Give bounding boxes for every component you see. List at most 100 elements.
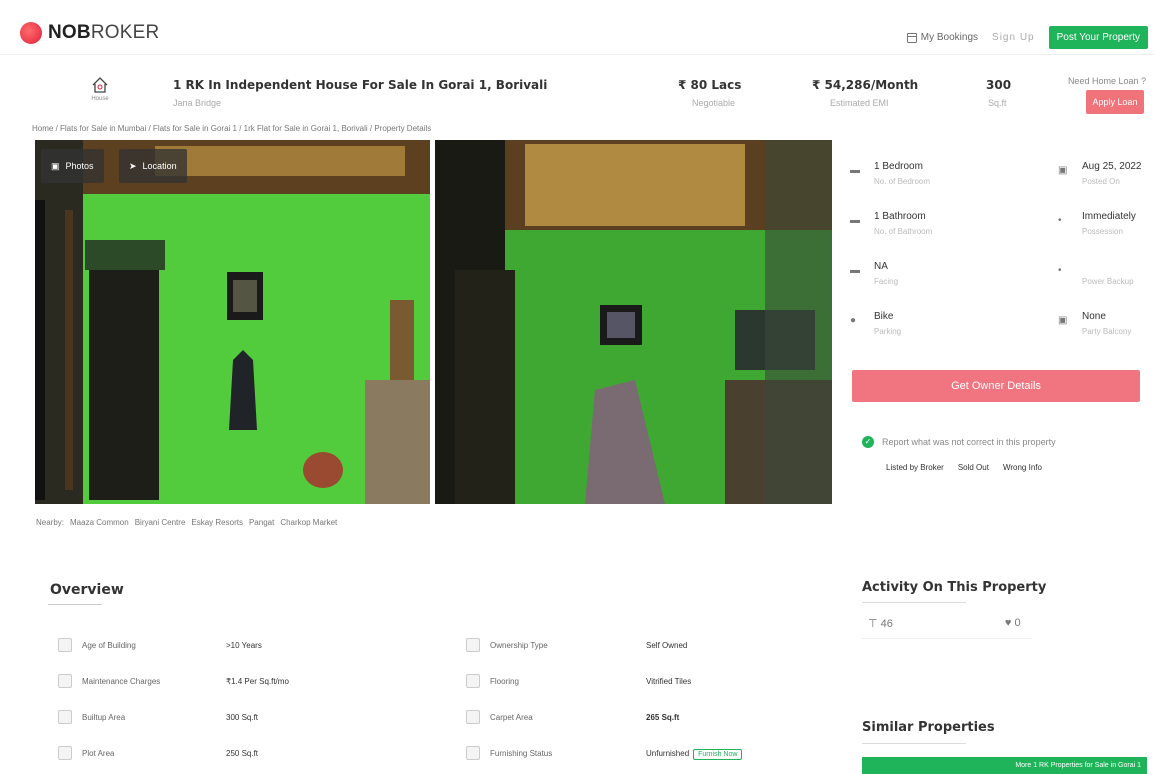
detail-value: 1 Bathroom — [874, 211, 926, 222]
location-button[interactable]: ➤ Location — [119, 149, 187, 183]
overview-value: Unfurnished Furnish Now — [646, 749, 743, 760]
overview-row: Carpet Area 265 Sq.ft — [466, 708, 826, 738]
get-owner-details-button[interactable]: Get Owner Details — [852, 370, 1140, 402]
nearby-places: Nearby: Maaza Common Biryani Centre Eska… — [36, 518, 337, 527]
property-photo-1[interactable]: ▣ Photos ➤ Location — [35, 140, 430, 504]
overview-row: Maintenance Charges ₹1.4 Per Sq.ft/mo — [58, 672, 438, 702]
my-bookings-label: My Bookings — [920, 32, 979, 43]
detail-value: Aug 25, 2022 — [1082, 161, 1142, 172]
detail-sub: Parking — [874, 327, 902, 336]
calendar-icon — [906, 32, 917, 43]
detail-sub: Power Backup — [1082, 277, 1134, 286]
post-property-button[interactable]: Post Your Property — [1048, 26, 1148, 49]
report-section: ✓ Report what was not correct in this pr… — [862, 436, 1056, 448]
room-image-2 — [435, 140, 832, 504]
report-option-listed-by-broker[interactable]: Listed by Broker — [886, 463, 944, 472]
detail-bathroom: ▬ 1 Bathroom No. of Bathroom — [850, 205, 990, 255]
overview-row: Builtup Area 300 Sq.ft — [58, 708, 438, 738]
overview-underline — [48, 604, 102, 605]
overview-value: >10 Years — [226, 641, 262, 650]
overview-key: Plot Area — [82, 749, 115, 758]
calendar-icon: ▣ — [1058, 165, 1068, 176]
report-option-wrong-info[interactable]: Wrong Info — [1003, 463, 1042, 472]
power-icon: • — [1058, 265, 1062, 276]
report-option-sold-out[interactable]: Sold Out — [958, 463, 989, 472]
house-icon — [92, 77, 108, 93]
overview-row: Flooring Vitrified Tiles — [466, 672, 826, 702]
detail-balcony: ▣ None Party Balcony — [1058, 305, 1154, 355]
views-stat: ⊤ 46 — [868, 617, 893, 630]
property-photo-2[interactable] — [435, 140, 832, 504]
overview-key: Furnishing Status — [490, 749, 553, 758]
bed-icon: ▬ — [850, 165, 860, 176]
parking-icon: ● — [850, 315, 857, 326]
overview-row: Age of Building >10 Years — [58, 636, 438, 666]
overview-key: Age of Building — [82, 641, 136, 650]
overview-key: Maintenance Charges — [82, 677, 161, 686]
detail-parking: ● Bike Parking — [850, 305, 990, 355]
camera-icon: ▣ — [51, 160, 60, 171]
photo-gallery[interactable]: ▣ Photos ➤ Location — [35, 140, 832, 504]
room-image-1 — [35, 140, 430, 504]
property-area: 300 — [986, 78, 1012, 92]
house-label: House — [91, 96, 109, 102]
overview-row: Plot Area 250 Sq.ft — [58, 744, 438, 774]
nearby-place[interactable]: Eskay Resorts — [191, 518, 243, 527]
furnish-now-button[interactable]: Furnish Now — [693, 749, 743, 760]
detail-value: Bike — [874, 311, 894, 322]
furnishing-value: Unfurnished — [646, 749, 690, 758]
property-subtitle[interactable]: Jana Bridge — [173, 98, 221, 108]
overview-title: Overview — [50, 582, 124, 598]
location-pin-icon: ➤ — [129, 160, 137, 171]
key-icon: • — [1058, 215, 1062, 226]
detail-sub: Possession — [1082, 227, 1123, 236]
report-text: Report what was not correct in this prop… — [882, 437, 1056, 447]
building-age-icon — [58, 638, 72, 652]
report-options: Listed by Broker Sold Out Wrong Info — [886, 463, 1042, 472]
furnishing-icon — [466, 746, 480, 760]
nearby-label: Nearby: — [36, 518, 65, 527]
property-price: ₹ 80 Lacs — [678, 78, 742, 92]
detail-power-backup: • Power Backup — [1058, 255, 1154, 305]
nearby-place[interactable]: Pangat — [249, 518, 274, 527]
compass-icon: ▬ — [850, 265, 860, 276]
property-title: 1 RK In Independent House For Sale In Go… — [173, 78, 548, 92]
detail-possession: • Immediately Possession — [1058, 205, 1154, 255]
similar-properties-title: Similar Properties — [862, 720, 995, 735]
activity-underline — [862, 602, 966, 603]
detail-bedroom: ▬ 1 Bedroom No. of Bedroom — [850, 155, 990, 205]
top-nav: My Bookings Sign Up Post Your Property — [906, 26, 1148, 49]
maintenance-icon — [58, 674, 72, 688]
sign-up-link[interactable]: Sign Up — [992, 32, 1035, 43]
property-emi: ₹ 54,286/Month — [812, 78, 919, 92]
emi-sub[interactable]: Estimated EMI — [830, 98, 889, 108]
user-icon: ⊤ — [868, 618, 881, 630]
activity-stats: ⊤ 46 ♥ 0 — [868, 617, 1021, 630]
detail-sub: Posted On — [1082, 177, 1120, 186]
more-similar-properties-button[interactable]: More 1 RK Properties for Sale in Gorai 1 — [862, 757, 1147, 774]
overview-value: ₹1.4 Per Sq.ft/mo — [226, 677, 289, 686]
detail-sub: Party Balcony — [1082, 327, 1132, 336]
activity-divider — [862, 638, 1032, 639]
balcony-icon: ▣ — [1058, 315, 1068, 326]
apply-loan-button[interactable]: Apply Loan — [1086, 90, 1144, 114]
nearby-place[interactable]: Biryani Centre — [135, 518, 186, 527]
activity-title: Activity On This Property — [862, 580, 1047, 595]
overview-value: Vitrified Tiles — [646, 677, 692, 686]
overview-value: Self Owned — [646, 641, 688, 650]
detail-value: NA — [874, 261, 888, 272]
property-type: House — [88, 76, 112, 102]
my-bookings-link[interactable]: My Bookings — [906, 32, 979, 43]
logo-mark-icon — [20, 22, 42, 44]
detail-sub: No. of Bathroom — [874, 227, 933, 236]
flooring-icon — [466, 674, 480, 688]
nobroker-logo[interactable]: NOBROKER — [20, 22, 159, 44]
likes-count: 0 — [1014, 617, 1021, 629]
photos-button[interactable]: ▣ Photos — [41, 149, 104, 183]
nearby-place[interactable]: Charkop Market — [280, 518, 337, 527]
nearby-place[interactable]: Maaza Common — [70, 518, 129, 527]
similar-underline — [862, 743, 966, 744]
bath-icon: ▬ — [850, 215, 860, 226]
breadcrumb[interactable]: Home / Flats for Sale in Mumbai / Flats … — [32, 124, 431, 133]
area-sub: Sq.ft — [988, 98, 1007, 108]
